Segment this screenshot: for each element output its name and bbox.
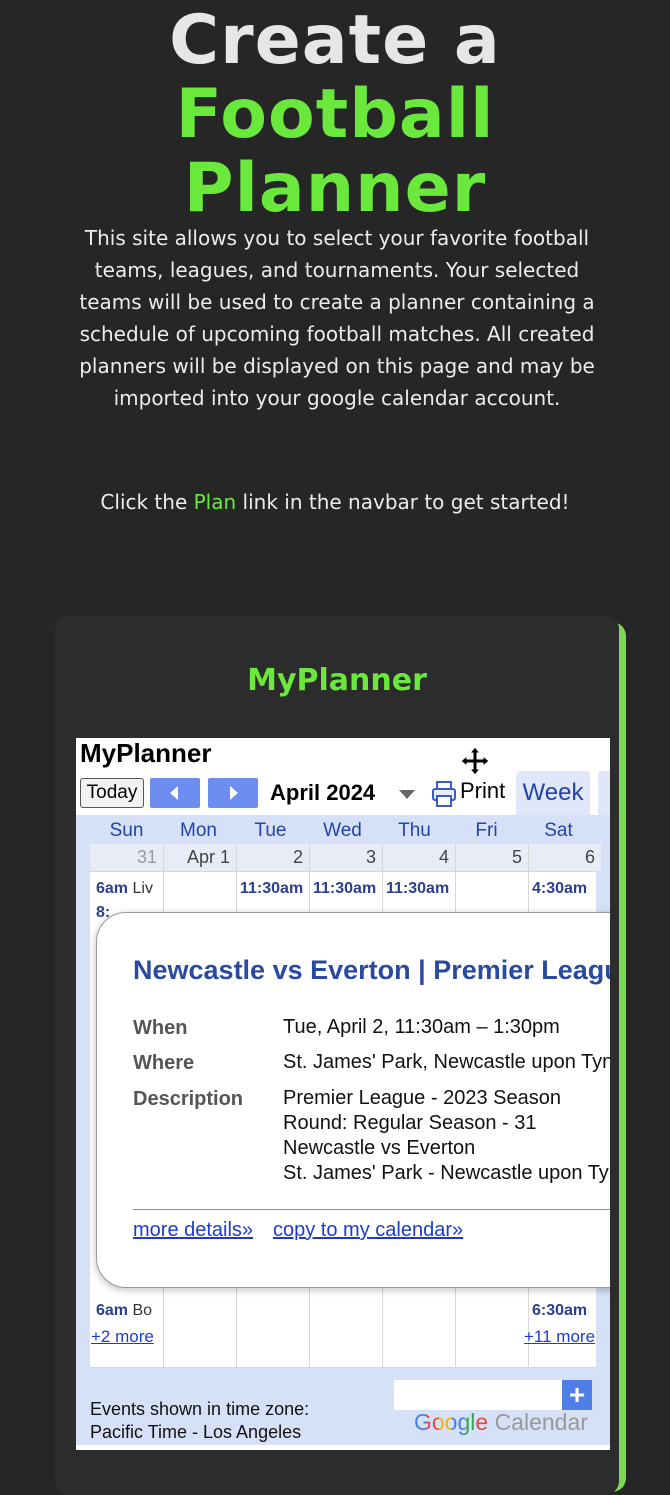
more-details-link[interactable]: more details»: [133, 1219, 253, 1242]
description-line: Premier League - 2023 Season: [283, 1087, 561, 1109]
popup-divider: [133, 1209, 610, 1210]
where-label: Where: [133, 1052, 195, 1074]
event-details-popup: Newcastle vs Everton | Premier League Wh…: [96, 912, 610, 1288]
description-label: Description: [133, 1088, 244, 1110]
when-label: When: [133, 1017, 188, 1039]
copy-to-calendar-link[interactable]: copy to my calendar»: [273, 1219, 463, 1242]
when-value: Tue, April 2, 11:30am – 1:30pm: [283, 1016, 560, 1038]
event-title: Newcastle vs Everton | Premier League: [133, 955, 610, 985]
popup-clip: Newcastle vs Everton | Premier League Wh…: [0, 0, 610, 1484]
where-value: St. James' Park, Newcastle upon Tyne: [283, 1051, 610, 1073]
description-line: St. James' Park - Newcastle upon Tyne: [283, 1162, 610, 1184]
description-line: Newcastle vs Everton: [283, 1137, 476, 1159]
description-line: Round: Regular Season - 31: [283, 1112, 537, 1134]
